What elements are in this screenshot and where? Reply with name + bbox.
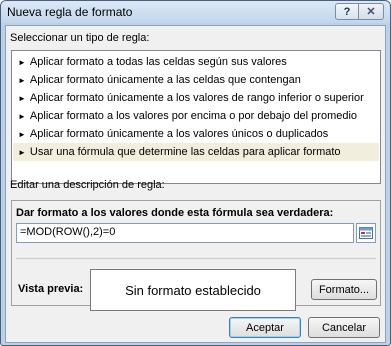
arrow-icon: ► (18, 129, 26, 139)
help-button[interactable]: ? (335, 3, 359, 20)
cancel-button[interactable]: Cancelar (308, 317, 380, 338)
format-button-label: Formato... (318, 283, 370, 296)
divider (16, 258, 376, 259)
rule-type-item-label: Aplicar formato únicamente a las celdas … (29, 74, 301, 86)
formula-header: Dar formato a los valores donde esta fór… (16, 207, 334, 219)
arrow-icon: ► (18, 57, 26, 67)
close-icon: ✕ (366, 6, 376, 18)
arrow-icon: ► (18, 93, 26, 103)
rule-type-item-label: Aplicar formato únicamente a los valores… (29, 128, 329, 140)
rule-type-item-label: Usar una fórmula que determine las celda… (29, 146, 341, 158)
rule-description-panel: Dar formato a los valores donde esta fór… (11, 200, 381, 311)
rule-type-item-selected[interactable]: ► Usar una fórmula que determine las cel… (13, 143, 379, 161)
dialog-window: Nueva regla de formato ? ✕ Seleccionar u… (0, 0, 391, 346)
help-icon: ? (343, 5, 351, 18)
rule-type-item-label: Aplicar formato a los valores por encima… (29, 110, 358, 122)
arrow-icon: ► (18, 147, 26, 157)
rule-type-item[interactable]: ► Aplicar formato a los valores por enci… (13, 107, 379, 125)
format-button[interactable]: Formato... (311, 279, 377, 300)
rule-description-label: Editar una descripción de regla: (10, 179, 165, 191)
preview-label: Vista previa: (18, 283, 84, 295)
title-bar[interactable]: Nueva regla de formato ? ✕ (1, 1, 390, 23)
collapse-dialog-icon (359, 227, 373, 239)
rule-type-label: Seleccionar un tipo de regla: (10, 32, 150, 44)
rule-type-list: ► Aplicar formato a todas las celdas seg… (11, 50, 381, 184)
rule-type-item[interactable]: ► Aplicar formato únicamente a las celda… (13, 71, 379, 89)
rule-type-item-label: Aplicar formato únicamente a los valores… (29, 92, 364, 104)
cancel-button-label: Cancelar (321, 321, 367, 334)
dialog-body: Seleccionar un tipo de regla: ► Aplicar … (5, 25, 386, 343)
rule-type-item[interactable]: ► Aplicar formato a todas las celdas seg… (13, 53, 379, 71)
rule-type-item[interactable]: ► Aplicar formato únicamente a los valor… (13, 89, 379, 107)
accept-button[interactable]: Aceptar (229, 317, 301, 338)
range-select-button[interactable] (356, 223, 376, 243)
rule-type-item[interactable]: ► Aplicar formato únicamente a los valor… (13, 125, 379, 143)
arrow-icon: ► (18, 111, 26, 121)
formula-input[interactable]: =MOD(ROW(),2)=0 (16, 223, 354, 243)
arrow-icon: ► (18, 75, 26, 85)
accept-button-label: Aceptar (246, 321, 284, 334)
close-button[interactable]: ✕ (358, 3, 384, 20)
format-preview: Sin formato establecido (90, 269, 296, 311)
rule-type-item-label: Aplicar formato a todas las celdas según… (29, 56, 287, 68)
dialog-title: Nueva regla de formato (7, 5, 133, 19)
